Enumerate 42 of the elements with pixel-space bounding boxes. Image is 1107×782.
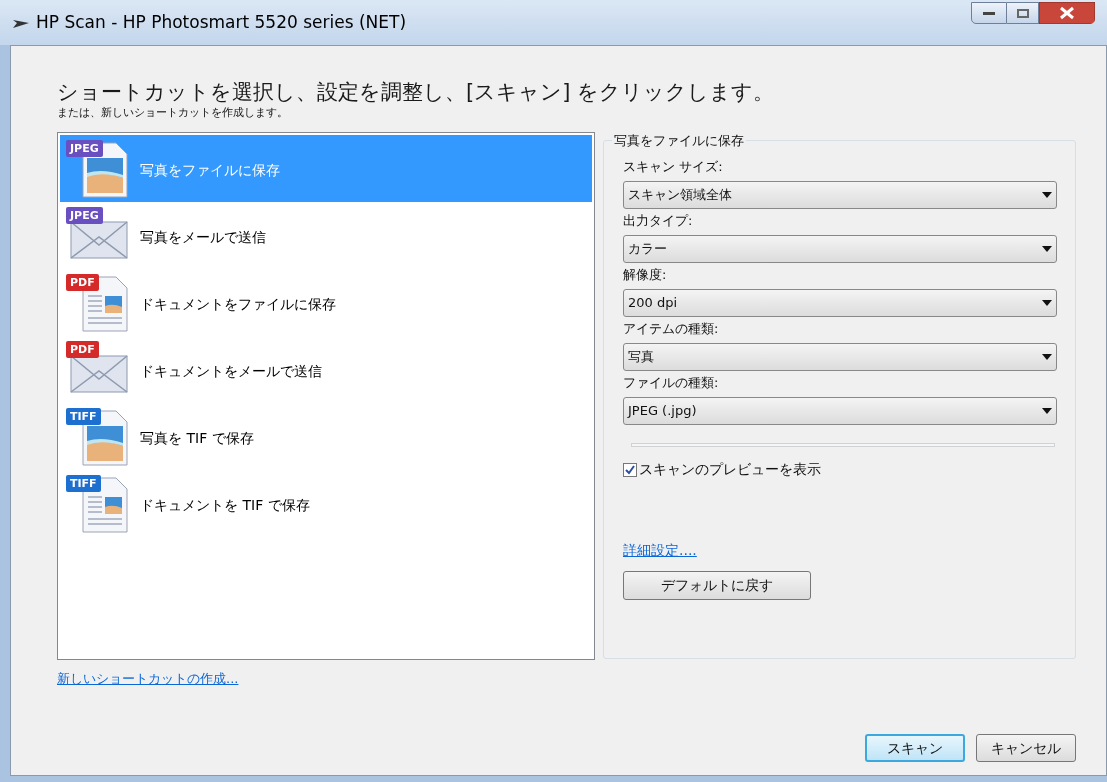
reset-defaults-button[interactable]: デフォルトに戻す — [623, 571, 811, 600]
envelope-icon — [70, 354, 128, 393]
field-label: ファイルの種類: — [623, 374, 720, 392]
envelope-icon — [70, 220, 128, 259]
advanced-settings-link[interactable]: 詳細設定.... — [623, 540, 697, 561]
caret-icon — [1042, 354, 1052, 360]
format-badge: JPEG — [66, 139, 103, 157]
checkbox[interactable] — [623, 462, 637, 477]
shortcut-item[interactable]: PDF ドキュメントをファイルに保存 — [60, 269, 592, 336]
dropdown[interactable]: JPEG (.jpg) — [623, 397, 1057, 425]
field-label: アイテムの種類: — [623, 320, 720, 338]
dropdown[interactable]: 200 dpi — [623, 289, 1057, 317]
field-label: スキャン サイズ: — [623, 158, 724, 176]
field-label: 出力タイプ: — [623, 212, 694, 230]
caret-icon — [1042, 408, 1052, 414]
instruction-subtext: または、新しいショートカットを作成します。 — [57, 105, 289, 121]
shortcut-item[interactable]: TIFF 写真を TIF で保存 — [60, 403, 592, 470]
dropdown[interactable]: カラー — [623, 235, 1057, 263]
format-badge: TIFF — [66, 407, 101, 425]
minimize-button[interactable] — [971, 2, 1007, 24]
window-title: HP Scan - HP Photosmart 5520 series (NET) — [36, 10, 407, 34]
close-button[interactable] — [1039, 2, 1095, 24]
maximize-button[interactable] — [1007, 2, 1039, 24]
format-badge: JPEG — [66, 206, 103, 224]
field-label: 解像度: — [623, 266, 668, 284]
format-badge: PDF — [66, 340, 99, 358]
dialog-button[interactable]: スキャン — [865, 734, 965, 762]
shortcut-item[interactable]: TIFF ドキュメントを TIF で保存 — [60, 470, 592, 537]
shortcut-item[interactable]: JPEG 写真をメールで送信 — [60, 202, 592, 269]
caret-icon — [1042, 192, 1052, 198]
format-badge: TIFF — [66, 474, 101, 492]
shortcut-item[interactable]: PDF ドキュメントをメールで送信 — [60, 336, 592, 403]
caret-icon — [1042, 300, 1052, 306]
dropdown[interactable]: スキャン領域全体 — [623, 181, 1057, 209]
caret-icon — [1042, 246, 1052, 252]
instruction-heading: ショートカットを選択し、設定を調整し、[スキャン] をクリックします。 — [57, 79, 776, 105]
dropdown[interactable]: 写真 — [623, 343, 1057, 371]
new-shortcut-link[interactable]: 新しいショートカットの作成... — [57, 669, 239, 689]
checkbox-label: スキャンのプレビューを表示 — [639, 460, 821, 479]
dialog-button[interactable]: キャンセル — [976, 734, 1076, 762]
format-badge: PDF — [66, 273, 99, 291]
shortcut-item[interactable]: JPEG 写真をファイルに保存 — [60, 135, 592, 202]
